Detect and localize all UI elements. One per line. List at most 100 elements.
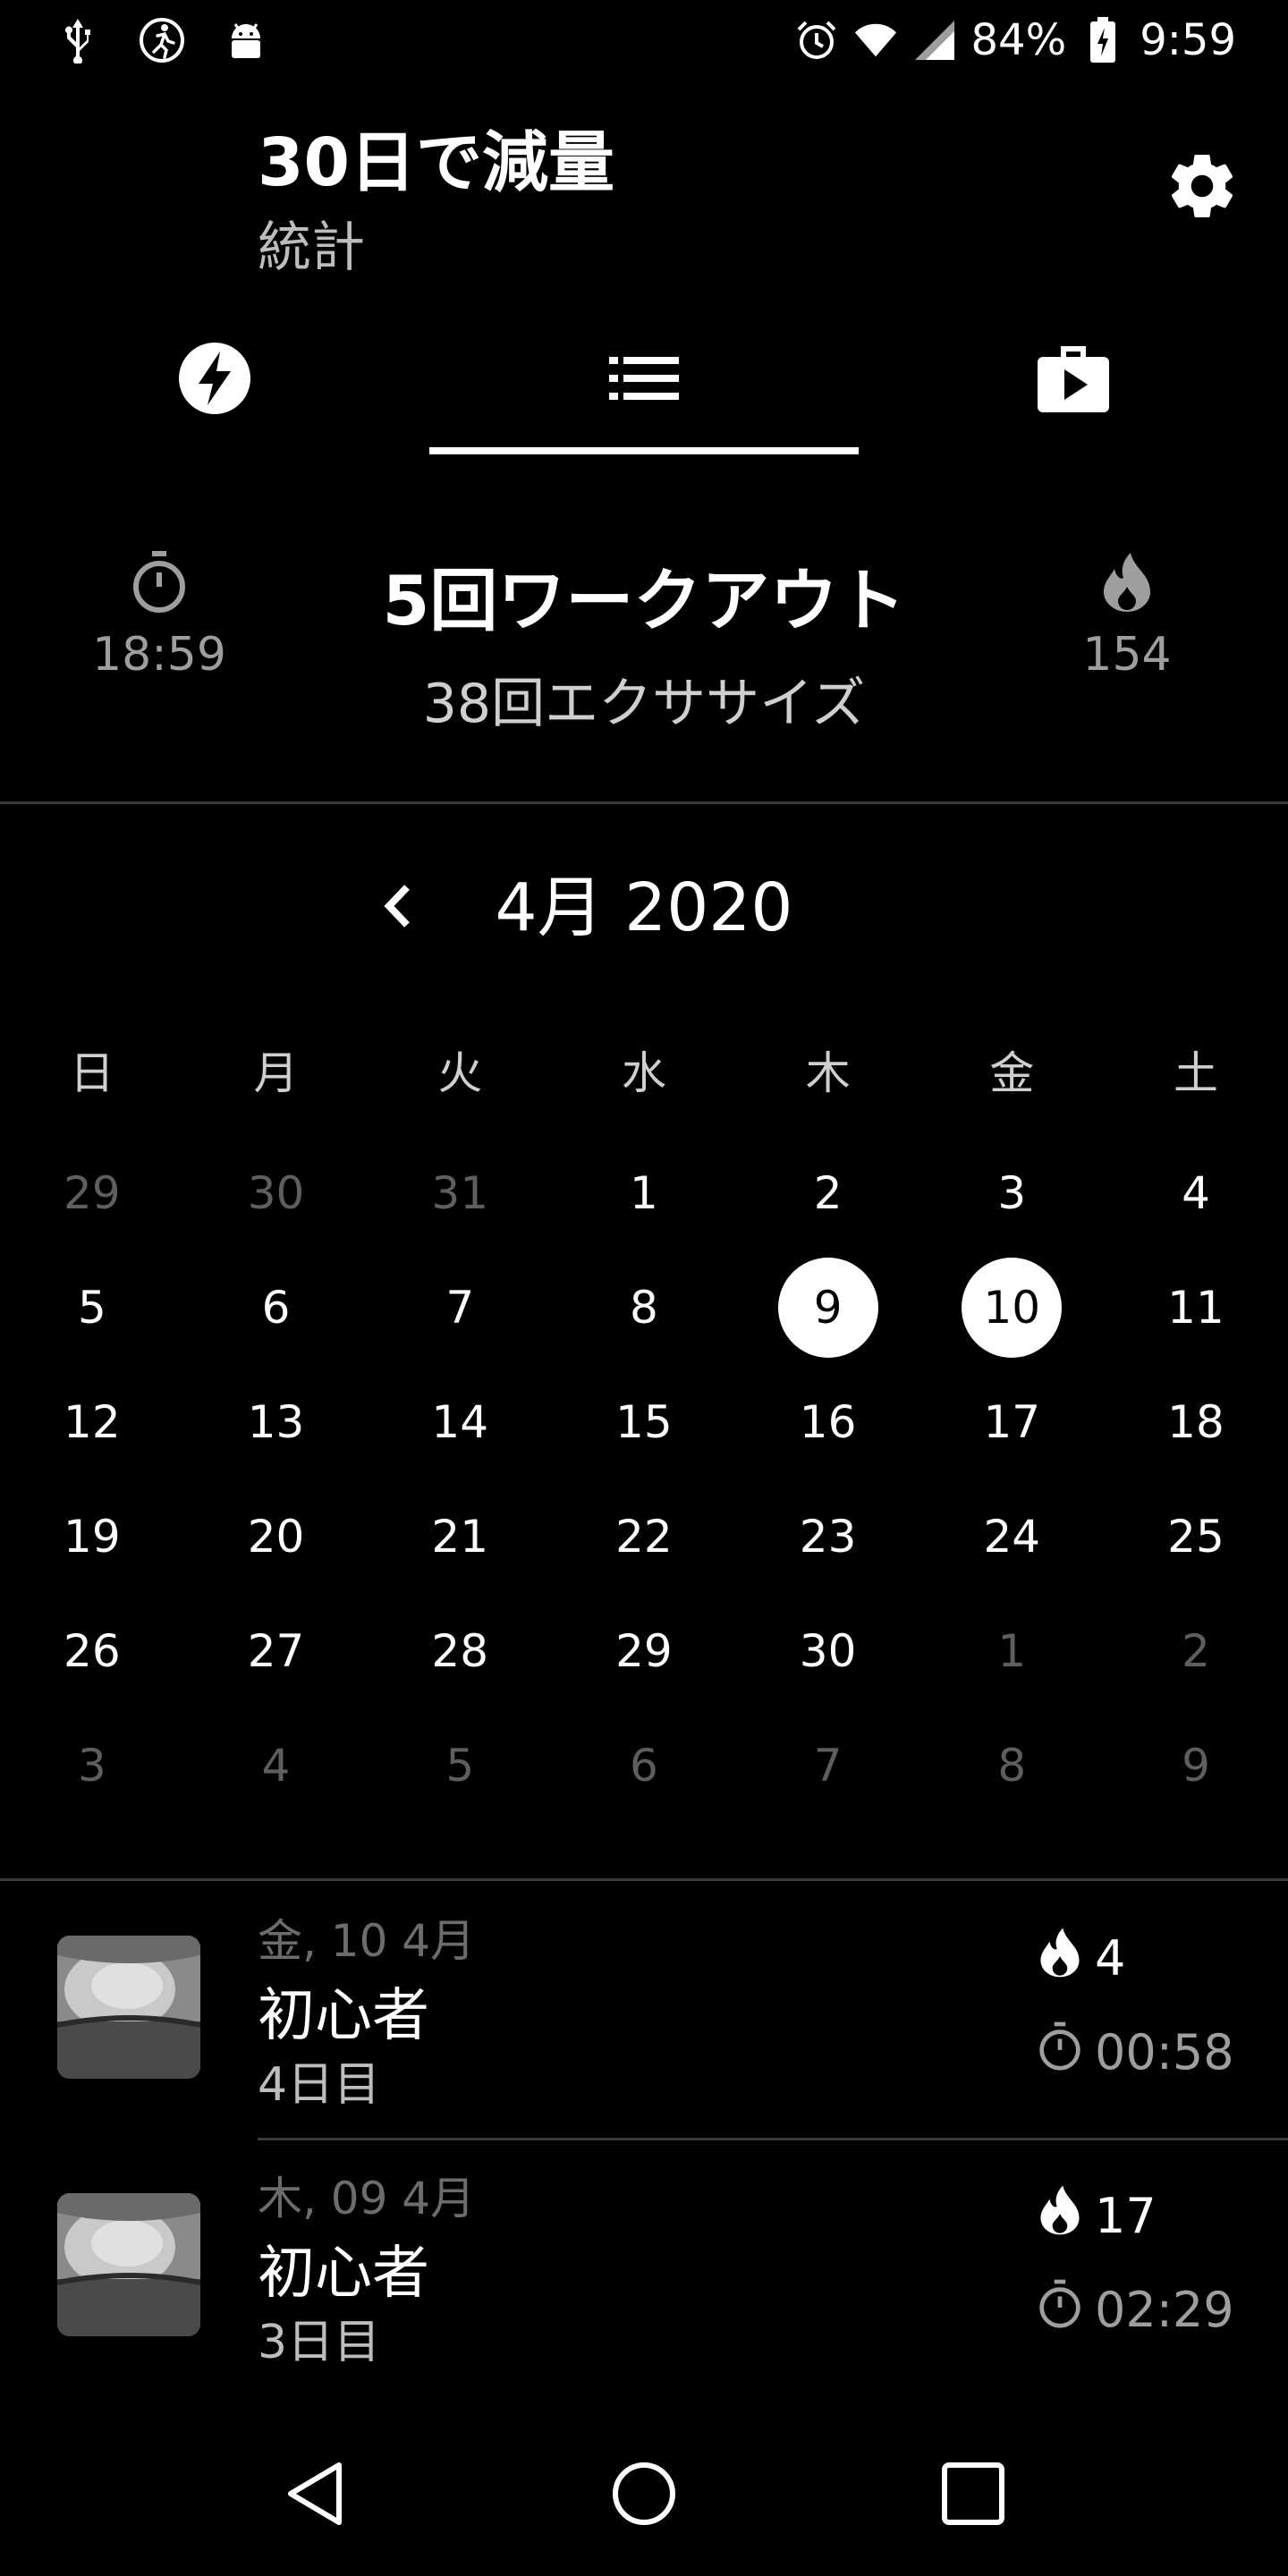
calendar-day[interactable]: 1 [552,1136,736,1250]
calendar-day-completed[interactable]: 10 [919,1250,1104,1365]
history-day: 4日目 [258,2058,381,2112]
calendar-day[interactable]: 29 [552,1594,736,1708]
calendar-day[interactable]: 30 [184,1136,369,1250]
calendar-day[interactable]: 6 [552,1708,736,1823]
calendar-day[interactable]: 13 [184,1365,369,1479]
calendar-day-completed[interactable]: 9 [736,1250,920,1365]
running-icon [136,14,188,66]
calendar-day-number: 7 [813,1740,843,1792]
calendar-day-number: 28 [431,1625,489,1677]
calendar-day[interactable]: 31 [368,1136,552,1250]
calendar-day[interactable]: 8 [552,1250,736,1365]
calendar-week: 12 13 14 15 16 17 18 [0,1365,1288,1479]
calendar-day[interactable]: 7 [736,1708,920,1823]
stopwatch-icon [131,551,188,617]
flame-icon [1038,2184,1082,2248]
calendar-day-number: 31 [431,1167,489,1219]
calendar-day-number: 11 [1167,1282,1224,1334]
calendar-day-number: 9 [1182,1740,1210,1792]
history-workout-name: 初心者 [258,1983,429,2049]
calendar-day-number: 3 [77,1740,106,1792]
calendar-day[interactable]: 27 [184,1594,369,1708]
calendar-day[interactable]: 21 [368,1479,552,1594]
calendar-day[interactable]: 20 [184,1479,369,1594]
calendar-day[interactable]: 29 [0,1136,184,1250]
back-triangle-icon [284,2460,346,2531]
calendar-day[interactable]: 3 [919,1136,1104,1250]
calendar-day[interactable]: 9 [1104,1708,1288,1823]
previous-month-button[interactable] [358,863,438,953]
calendar-day[interactable]: 17 [919,1365,1104,1479]
home-circle-icon [610,2460,678,2531]
weekday-label: 月 [253,1047,299,1099]
calendar-day[interactable]: 22 [552,1479,736,1594]
weekday-label: 日 [69,1047,114,1099]
calendar-day-number: 19 [64,1511,121,1563]
calendar-day[interactable]: 26 [0,1594,184,1708]
calendar-day-number: 9 [777,1258,878,1358]
clock: 9:59 [1140,15,1236,65]
history-duration: 00:58 [1038,2021,1234,2083]
calendar-day[interactable]: 24 [919,1479,1104,1594]
usb-icon [52,14,104,66]
calendar-day[interactable]: 2 [736,1136,920,1250]
calendar-day-number: 25 [1167,1511,1224,1563]
calendar-day-number: 15 [615,1396,673,1448]
calendar-day[interactable]: 28 [368,1594,552,1708]
calendar-day[interactable]: 11 [1104,1250,1288,1365]
history-day: 3日目 [258,2316,381,2369]
calendar-day-number: 5 [77,1282,106,1334]
calendar-day[interactable]: 5 [368,1708,552,1823]
calendar-day[interactable]: 18 [1104,1365,1288,1479]
workout-summary: 5回ワークアウト 38回エクササイズ [286,546,1002,738]
tab-workout[interactable] [0,313,429,447]
stopwatch-icon [1038,2279,1082,2341]
history-duration-value: 00:58 [1095,2024,1234,2080]
calendar-day[interactable]: 8 [919,1708,1104,1823]
calendar-day[interactable]: 5 [0,1250,184,1365]
signal-icon [912,14,957,66]
calendar-day[interactable]: 19 [0,1479,184,1594]
calendar-day[interactable]: 14 [368,1365,552,1479]
history-date: 金, 10 4月 [258,1915,476,1967]
calendar-day[interactable]: 4 [1104,1136,1288,1250]
calendar-day[interactable]: 15 [552,1365,736,1479]
calendar-day[interactable]: 23 [736,1479,920,1594]
calendar-grid: 29 30 31 1 2 3 4 5 6 7 8 9 10 11 12 13 14 15 16 17 18 19 20 21 2… [0,1136,1288,1823]
calendar-day[interactable]: 2 [1104,1594,1288,1708]
app-title: 30日で減量 [258,124,614,201]
calendar-day[interactable]: 6 [184,1250,369,1365]
calendar-day[interactable]: 25 [1104,1479,1288,1594]
calendar-day[interactable]: 3 [0,1708,184,1823]
battery-percent: 84% [970,15,1067,65]
calendar-day-number: 3 [997,1167,1027,1219]
home-button[interactable] [599,2451,689,2540]
history-calories-value: 4 [1095,1930,1126,1987]
calendar-day[interactable]: 4 [184,1708,369,1823]
history-item[interactable]: 木, 09 4月 初心者 3日目 17 02:29 [0,2138,1288,2394]
back-button[interactable] [270,2451,360,2540]
calendar-day-number: 6 [261,1282,291,1334]
workout-count: 5回ワークアウト [382,561,906,640]
history-calories-value: 17 [1095,2188,1157,2244]
calendar-day-number: 7 [445,1282,475,1334]
calendar-day[interactable]: 7 [368,1250,552,1365]
settings-button[interactable] [1157,143,1247,233]
calendar-day[interactable]: 1 [919,1594,1104,1708]
calendar-day[interactable]: 30 [736,1594,920,1708]
total-time-stat: 18:59 [70,551,249,682]
divider [0,801,1288,804]
calendar-month-label: 4月 2020 [495,869,793,946]
calendar-day[interactable]: 16 [736,1365,920,1479]
recents-button[interactable] [928,2451,1018,2540]
calendar-day-number: 23 [799,1511,857,1563]
tab-statistics[interactable] [429,313,859,447]
tab-videos[interactable] [859,313,1288,447]
calendar-day-number: 20 [247,1511,305,1563]
weekday-label: 金 [989,1047,1035,1099]
calendar-day-number: 27 [247,1625,305,1677]
calendar-day[interactable]: 12 [0,1365,184,1479]
calendar-day-number: 21 [431,1511,489,1563]
chevron-left-icon [380,882,416,934]
history-item[interactable]: 金, 10 4月 初心者 4日目 4 00:58 [0,1880,1288,2136]
